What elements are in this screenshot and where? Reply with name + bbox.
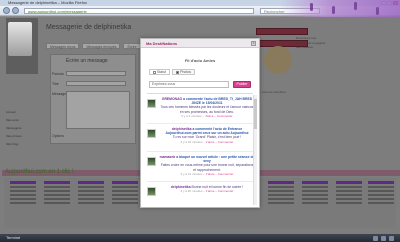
pseudo-field[interactable]	[66, 71, 126, 76]
addon-icon[interactable]	[373, 235, 378, 241]
feed-divider	[147, 123, 253, 124]
message-label: Message	[52, 92, 67, 96]
feed-body: GREMONAO a commenté l'actu de BRED_TI_JA…	[160, 97, 254, 118]
feed-divider	[147, 151, 253, 152]
options-label: Options	[52, 134, 65, 138]
addon-icon[interactable]	[389, 235, 394, 241]
tab-compose[interactable]: Écrire	[123, 43, 141, 49]
news-feed-modal: Ma DestiNations × Fil d'actu Amies Statu…	[140, 38, 260, 208]
feed-time: Il y a 12 minutes	[180, 171, 203, 176]
feed-actions[interactable]: J'aime – Commenter	[205, 114, 233, 118]
feed-filter-tabs: Statut Photos	[149, 69, 196, 75]
lavender-stem	[332, 6, 335, 14]
divider	[147, 93, 253, 94]
footer-column	[78, 181, 104, 221]
side-menu-item[interactable]: Mes photos	[6, 132, 42, 140]
feed-user[interactable]: GREMONAO	[162, 97, 182, 101]
footer-column	[368, 181, 394, 221]
feed-title: Fil d'actu Amies	[184, 58, 216, 63]
modal-header: Ma DestiNations ×	[141, 39, 259, 48]
feed-time: Il y a 20 minutes	[180, 189, 203, 194]
side-menu-item[interactable]: Mes amis	[6, 116, 42, 124]
feed-scrollbar[interactable]	[253, 95, 257, 205]
feed-action[interactable]: a commenté l'actu de BRED_TI_JAH BRED JI…	[183, 97, 252, 105]
tab-photos[interactable]: Photos	[172, 69, 196, 75]
feed-quote: Faites croire en vous-même pour une bonn…	[160, 163, 254, 172]
feed-body: mamaseb a bloqué un nouvel article : une…	[159, 155, 255, 176]
promo-badge[interactable]	[264, 46, 292, 74]
footer-column	[44, 181, 70, 221]
footer-column	[10, 181, 36, 221]
lavender-stem	[310, 3, 313, 11]
side-menu-item[interactable]: Messagerie	[6, 124, 42, 132]
feed-avatar[interactable]	[147, 187, 156, 196]
promo-text: Découvrez nos nouveautés et gagnez des c…	[296, 36, 326, 49]
status-input[interactable]: Exprimez-vous	[149, 81, 229, 88]
side-menu: Accueil Mes amis Messagerie Mes photos M…	[6, 108, 42, 148]
feed-avatar[interactable]	[147, 157, 156, 166]
lavender-stem	[376, 7, 379, 15]
status-text: Terminé	[6, 235, 21, 240]
close-icon[interactable]: ×	[251, 41, 256, 46]
addon-icon[interactable]	[381, 235, 386, 241]
lavender-stem	[354, 2, 357, 10]
side-menu-item[interactable]: Mon blog	[6, 140, 42, 148]
screen: Messagerie de delphinetika – Mozilla Fir…	[0, 0, 400, 242]
feed-time: Il y a 10 minutes	[180, 139, 203, 144]
feed-time: Il y a 2 minutes	[181, 113, 202, 118]
compose-title: Écrire un message	[66, 58, 108, 64]
footer-column	[336, 181, 362, 221]
browser-statusbar: Terminé	[0, 234, 400, 242]
footer-column	[268, 181, 294, 221]
pseudo-label: Pseudo	[52, 72, 64, 76]
photos-checkbox[interactable]	[176, 70, 180, 74]
tab-photos-label: Photos	[180, 70, 192, 74]
side-menu-item[interactable]: Accueil	[6, 108, 42, 116]
tab-status-label: Statut	[157, 70, 167, 74]
tab-status[interactable]: Statut	[149, 69, 171, 75]
status-icons	[373, 235, 394, 241]
title-field[interactable]	[66, 81, 126, 86]
scrollbar-thumb[interactable]	[254, 99, 257, 129]
feed-divider	[147, 181, 253, 182]
feed-action[interactable]: a bloqué un nouvel article : une petite …	[176, 155, 254, 163]
feed-avatar[interactable]	[147, 129, 156, 138]
forward-icon[interactable]	[12, 7, 19, 14]
tab-inbox[interactable]: Messages reçus	[46, 43, 80, 49]
footer-column	[112, 181, 138, 221]
feed-actions[interactable]: J'aime – Commenter	[206, 172, 234, 176]
tab-sent[interactable]: Messages envoyés	[82, 43, 121, 49]
feed-quote: Tous ces hommes blessés par les douleurs…	[160, 105, 254, 114]
feed-avatar[interactable]	[147, 99, 156, 108]
feed-actions[interactable]: J'aime – Commenter	[206, 189, 234, 193]
right-action-button[interactable]	[256, 28, 308, 35]
status-checkbox[interactable]	[153, 70, 156, 74]
back-icon[interactable]	[3, 7, 10, 14]
feed-user[interactable]: mamaseb	[160, 155, 176, 159]
members-link[interactable]: Voir tous les membres	[256, 90, 286, 94]
window-title: Messagerie de delphinetika – Mozilla Fir…	[8, 0, 87, 5]
avatar[interactable]	[8, 22, 32, 56]
feed-actions[interactable]: J'aime – Commenter	[206, 140, 234, 144]
messaging-tabs: Messages reçus Messages envoyés Écrire	[46, 43, 141, 49]
footer-column	[302, 181, 328, 221]
title-label: Titre	[52, 82, 59, 86]
feed-body: delphinetika Bonne nuit et bonne fin de …	[170, 185, 244, 194]
publish-button[interactable]: Publier	[233, 81, 251, 88]
page-title: Messagerie de delphinetika	[46, 24, 132, 31]
message-textarea[interactable]	[66, 91, 130, 129]
modal-title: Ma DestiNations	[146, 41, 178, 46]
feed-body: delphinetika a commenté l'actu de Entran…	[165, 127, 249, 144]
footer-brand[interactable]: Aujourdhui.com en 1 clic !	[5, 169, 74, 175]
address-bar[interactable]: www.aujourdhui.com/messagerie	[24, 8, 254, 14]
